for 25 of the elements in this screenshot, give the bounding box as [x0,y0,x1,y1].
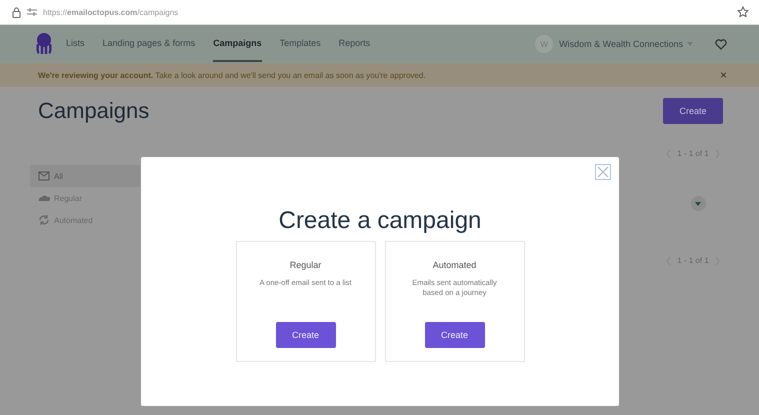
account-menu[interactable]: Wisdom & Wealth Connections [559,39,683,49]
option-name: Regular [290,260,322,270]
heart-icon[interactable] [715,38,727,50]
nav-tab[interactable]: Landing pages & forms [102,26,196,62]
nav-tab[interactable]: Lists [66,26,85,62]
filter-item[interactable]: All [30,165,140,187]
nav-tab[interactable]: Reports [338,26,370,62]
nav-tab[interactable]: Templates [280,26,321,62]
lock-icon [12,6,21,18]
banner-message: We're reviewing your account. Take a look around and we'll send you an email as soon as you're approved. [38,70,427,80]
create-button[interactable]: Create [663,98,723,124]
envelope-icon [38,170,50,182]
close-icon[interactable] [595,164,611,180]
close-button[interactable]: × [720,68,727,82]
create-button[interactable]: Create [424,322,484,348]
dropdown-button[interactable] [690,196,706,211]
cycle-icon [38,214,50,226]
star-icon[interactable] [737,6,749,18]
tune-icon[interactable] [27,8,37,16]
modal-title: Create a campaign [278,207,482,235]
octopus-logo[interactable] [36,33,52,55]
create-button[interactable]: Create [276,322,336,348]
page-title: Campaigns [38,98,150,124]
caret-icon [695,202,701,206]
option-name: Automated [432,260,476,270]
